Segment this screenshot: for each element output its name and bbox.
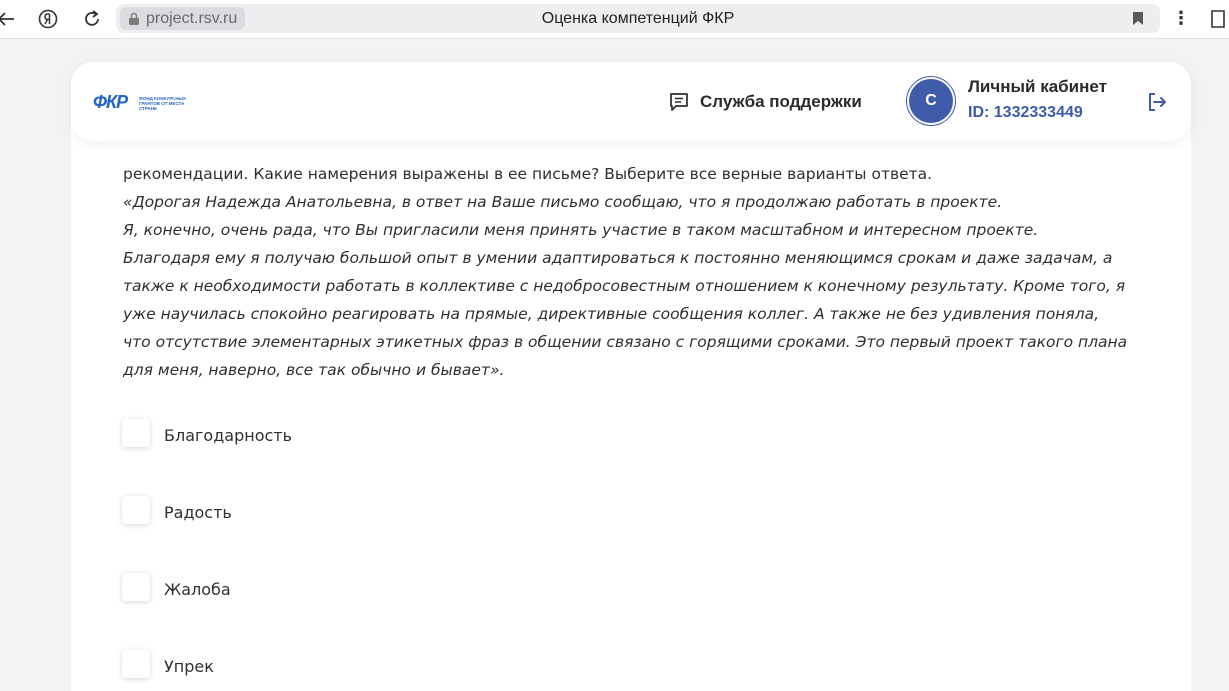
page-tab-title: Оценка компетенций ФКР xyxy=(541,10,735,27)
letter-line: уже научилась спокойно реагировать на пр… xyxy=(123,305,1100,323)
logo-mark: ФКР xyxy=(93,92,128,112)
avatar[interactable]: С xyxy=(909,79,953,123)
back-arrow-icon[interactable] xyxy=(0,7,18,31)
personal-cabinet-link[interactable]: Личный кабинет xyxy=(968,77,1107,97)
letter-line: для меня, наверно, все так обычно и быва… xyxy=(123,361,505,379)
browser-toolbar: project.rsv.ru Оценка компетенций ФКР ⋮ xyxy=(0,0,1229,39)
bookmark-icon[interactable] xyxy=(1132,11,1144,26)
lock-icon xyxy=(129,12,139,25)
answer-checkbox[interactable] xyxy=(122,419,150,447)
answer-option-gratitude[interactable]: Благодарность xyxy=(122,418,292,448)
letter-line: «Дорогая Надежда Анатольевна, в ответ на… xyxy=(123,193,1003,211)
answer-label: Упрек xyxy=(164,656,214,676)
address-bar[interactable]: project.rsv.ru Оценка компетенций ФКР xyxy=(116,4,1160,33)
support-link[interactable]: Служба поддержки xyxy=(668,90,862,114)
fkr-logo[interactable]: ФКР ФОНД КОНКУРСНЫХ ГРАНТОВ ОТ МЕСТА СТР… xyxy=(93,92,188,112)
letter-line: что отсутствие элементарных этикетных фр… xyxy=(123,333,1128,351)
answer-checkbox[interactable] xyxy=(122,496,150,524)
user-id: ID: 1332333449 xyxy=(968,104,1083,121)
letter-line: также к необходимости работать в коллект… xyxy=(123,277,1126,295)
kebab-menu-icon[interactable]: ⋮ xyxy=(1172,8,1190,30)
url-text: project.rsv.ru xyxy=(146,10,238,27)
extension-icon[interactable] xyxy=(1208,8,1228,30)
answer-option-reproach[interactable]: Упрек xyxy=(122,649,214,679)
letter-line: Я, конечно, очень рада, что Вы пригласил… xyxy=(123,221,1039,239)
reload-icon[interactable] xyxy=(80,7,104,31)
answer-option-joy[interactable]: Радость xyxy=(122,495,232,525)
answer-label: Жалоба xyxy=(164,579,231,599)
url-pill[interactable]: project.rsv.ru xyxy=(120,7,246,30)
yandex-logo-icon[interactable] xyxy=(36,7,60,31)
logo-caption: ФОНД КОНКУРСНЫХ ГРАНТОВ ОТ МЕСТА СТРАНЕ xyxy=(139,96,186,111)
question-text: рекомендации. Какие намерения выражены в… xyxy=(123,160,1153,384)
site-header: ФКР ФОНД КОНКУРСНЫХ ГРАНТОВ ОТ МЕСТА СТР… xyxy=(71,62,1191,141)
answer-option-complaint[interactable]: Жалоба xyxy=(122,572,231,602)
answer-checkbox[interactable] xyxy=(122,650,150,678)
answer-checkbox[interactable] xyxy=(122,573,150,601)
question-prompt: рекомендации. Какие намерения выражены в… xyxy=(123,165,933,183)
answer-label: Радость xyxy=(164,502,232,522)
support-label: Служба поддержки xyxy=(700,92,862,111)
logout-icon[interactable] xyxy=(1146,91,1168,113)
answer-label: Благодарность xyxy=(164,425,293,445)
letter-line: Благодаря ему я получаю большой опыт в у… xyxy=(123,249,1113,267)
chat-support-icon xyxy=(670,93,688,111)
